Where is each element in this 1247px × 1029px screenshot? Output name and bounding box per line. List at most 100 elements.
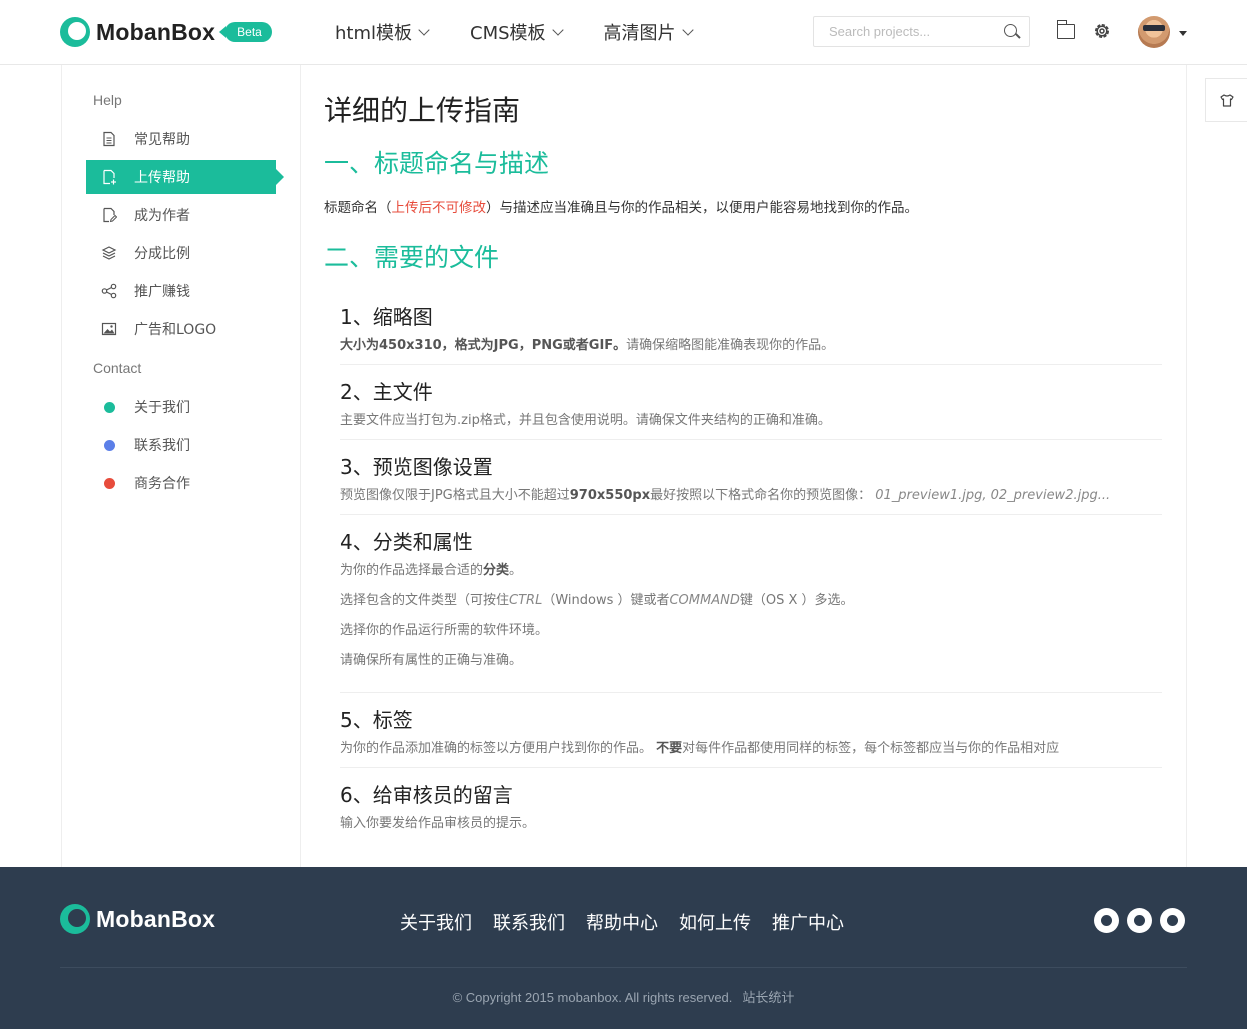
divider: [340, 767, 1162, 768]
nav-html-templates[interactable]: html模板: [335, 20, 430, 44]
key-command: COMMAND: [669, 593, 740, 608]
footer-logo[interactable]: MobanBox: [60, 904, 215, 934]
filetype-text-1: 选择包含的文件类型（可按住: [340, 593, 510, 608]
footer-links: 关于我们 联系我们 帮助中心 如何上传 推广中心: [400, 909, 865, 935]
chevron-down-icon: [681, 24, 694, 36]
preview-filenames: 01_preview1.jpg, 02_preview2.jpg...: [875, 488, 1111, 503]
page-title: 详细的上传指南: [324, 94, 521, 127]
floating-side-tab[interactable]: [1205, 78, 1247, 122]
nav-label: 高清图片: [603, 23, 676, 44]
nav-label: CMS模板: [470, 23, 546, 44]
thumbnail-note: 请确保缩略图能准确表现你的作品。: [626, 338, 835, 353]
blue-dot-icon: [104, 439, 115, 451]
guide-item-text: 请确保所有属性的正确与准确。: [340, 653, 523, 668]
sidebar-item-business[interactable]: 商务合作: [86, 466, 276, 500]
chevron-down-icon: [551, 24, 564, 36]
category-end: 。: [509, 563, 523, 578]
sidebar-item-label: 分成比例: [134, 246, 190, 262]
footer-link-about[interactable]: 关于我们: [400, 909, 472, 935]
sidebar-item-about-us[interactable]: 关于我们: [86, 390, 276, 424]
preview-text-2: 最好按照以下格式命名你的预览图像：: [650, 488, 872, 503]
guide-item-text: 为你的作品添加准确的标签以方便用户找到你的作品。 不要对每件作品都使用同样的标签…: [340, 741, 1162, 757]
logo[interactable]: MobanBox Beta: [60, 16, 272, 48]
logo-mark-icon: [60, 904, 90, 934]
section-title-naming: 一、标题命名与描述: [324, 149, 550, 178]
thumbnail-spec: 大小为450x310，格式为JPG，PNG或者GIF。: [340, 338, 627, 353]
divider: [340, 439, 1162, 440]
intro-before: 标题命名（: [324, 200, 392, 216]
qq-icon[interactable]: [1160, 908, 1185, 933]
guide-item-text: 为你的作品选择最合适的分类。: [340, 556, 1162, 585]
category-text: 为你的作品选择最合适的: [340, 563, 484, 578]
footer-link-help[interactable]: 帮助中心: [586, 909, 658, 935]
guide-item-tags: 5、标签 为你的作品添加准确的标签以方便用户找到你的作品。 不要对每件作品都使用…: [340, 704, 1162, 757]
sidebar-item-label: 联系我们: [134, 438, 190, 454]
guide-item-title: 2、主文件: [340, 380, 433, 404]
main-nav: html模板 CMS模板 高清图片: [335, 20, 734, 44]
guide-item-reviewer-message: 6、给审核员的留言 输入你要发给作品审核员的提示。: [340, 779, 1162, 832]
document-icon: [103, 131, 115, 147]
logo-mark-icon: [60, 17, 90, 47]
sidebar-item-revenue-share[interactable]: 分成比例: [86, 236, 276, 270]
nav-hd-images[interactable]: 高清图片: [603, 20, 694, 44]
sidebar-item-ads-logo[interactable]: 广告和LOGO: [86, 312, 276, 346]
frame-border-mid: [300, 65, 301, 867]
guide-item-title: 3、预览图像设置: [340, 455, 493, 479]
edit-document-icon: [103, 207, 117, 223]
sidebar-item-promote[interactable]: 推广赚钱: [86, 274, 276, 308]
preview-size: 970x550px: [569, 488, 651, 503]
nav-cms-templates[interactable]: CMS模板: [470, 20, 564, 44]
key-ctrl: CTRL: [509, 593, 543, 608]
guide-item-text: 预览图像仅限于JPG格式且大小不能超过970x550px最好按照以下格式命名你的…: [340, 488, 1162, 504]
tags-text-1: 为你的作品添加准确的标签以方便用户找到你的作品。: [340, 741, 653, 756]
frame-border-left: [61, 65, 62, 867]
gear-icon[interactable]: [1092, 21, 1112, 41]
footer-link-how-upload[interactable]: 如何上传: [679, 909, 751, 935]
filetype-text-2: （Windows ）键或者: [542, 593, 670, 608]
search-box: [813, 16, 1030, 47]
sidebar-item-label: 商务合作: [134, 476, 190, 492]
copyright-text: © Copyright 2015 mobanbox. All rights re…: [452, 990, 733, 1005]
divider: [340, 514, 1162, 515]
footer-divider: [60, 967, 1187, 968]
guide-item-title: 5、标签: [340, 708, 413, 732]
intro-after: ）与描述应当准确且与你的作品相关，以便用户能容易地找到你的作品。: [486, 200, 918, 216]
sidebar-heading-contact: Contact: [93, 360, 142, 376]
red-dot-icon: [104, 477, 115, 489]
caret-down-icon[interactable]: [1179, 31, 1187, 36]
sidebar-item-label: 推广赚钱: [134, 284, 190, 300]
frame-border-right: [1186, 65, 1187, 867]
guide-item-thumbnail: 1、缩略图 大小为450x310，格式为JPG，PNG或者GIF。请确保缩略图能…: [340, 301, 1162, 354]
weibo-icon[interactable]: [1127, 908, 1152, 933]
share-icon: [101, 283, 117, 299]
nav-label: html模板: [335, 23, 413, 44]
footer-link-promote[interactable]: 推广中心: [772, 909, 844, 935]
sidebar-item-label: 关于我们: [134, 400, 190, 416]
sidebar-item-faq[interactable]: 常见帮助: [86, 122, 276, 156]
divider: [340, 364, 1162, 365]
guide-item-main-file: 2、主文件 主要文件应当打包为.zip格式，并且包含使用说明。请确保文件夹结构的…: [340, 376, 1162, 429]
stats-link[interactable]: 站长统计: [742, 990, 794, 1005]
tags-text-2: 对每件作品都使用同样的标签，每个标签都应当与你的作品相对应: [682, 741, 1060, 756]
intro-text: 标题命名（上传后不可修改）与描述应当准确且与你的作品相关，以便用户能容易地找到你…: [324, 196, 918, 216]
guide-item-text: 选择包含的文件类型（可按住CTRL（Windows ）键或者COMMAND键（O…: [340, 586, 1162, 615]
sidebar-item-become-author[interactable]: 成为作者: [86, 198, 276, 232]
sidebar-item-label: 广告和LOGO: [134, 322, 217, 338]
avatar[interactable]: [1138, 16, 1170, 48]
guide-item-text: 主要文件应当打包为.zip格式，并且包含使用说明。请确保文件夹结构的正确和准确。: [340, 413, 831, 428]
guide-item-preview: 3、预览图像设置 预览图像仅限于JPG格式且大小不能超过970x550px最好按…: [340, 451, 1162, 504]
footer: MobanBox 关于我们 联系我们 帮助中心 如何上传 推广中心 © Copy…: [0, 867, 1247, 1029]
search-input[interactable]: [814, 17, 994, 46]
wechat-icon[interactable]: [1094, 908, 1119, 933]
stack-icon: [101, 246, 117, 260]
sidebar-item-upload-help[interactable]: 上传帮助: [86, 160, 284, 194]
search-icon[interactable]: [1004, 24, 1017, 37]
upload-document-icon: [103, 169, 116, 185]
copyright: © Copyright 2015 mobanbox. All rights re…: [0, 987, 1247, 1006]
folder-icon[interactable]: [1056, 20, 1075, 39]
sidebar-heading-help: Help: [93, 92, 122, 108]
chevron-down-icon: [418, 24, 430, 36]
guide-item-text: 选择你的作品运行所需的软件环境。: [340, 623, 549, 638]
footer-link-contact[interactable]: 联系我们: [493, 909, 565, 935]
sidebar-item-contact-us[interactable]: 联系我们: [86, 428, 276, 462]
